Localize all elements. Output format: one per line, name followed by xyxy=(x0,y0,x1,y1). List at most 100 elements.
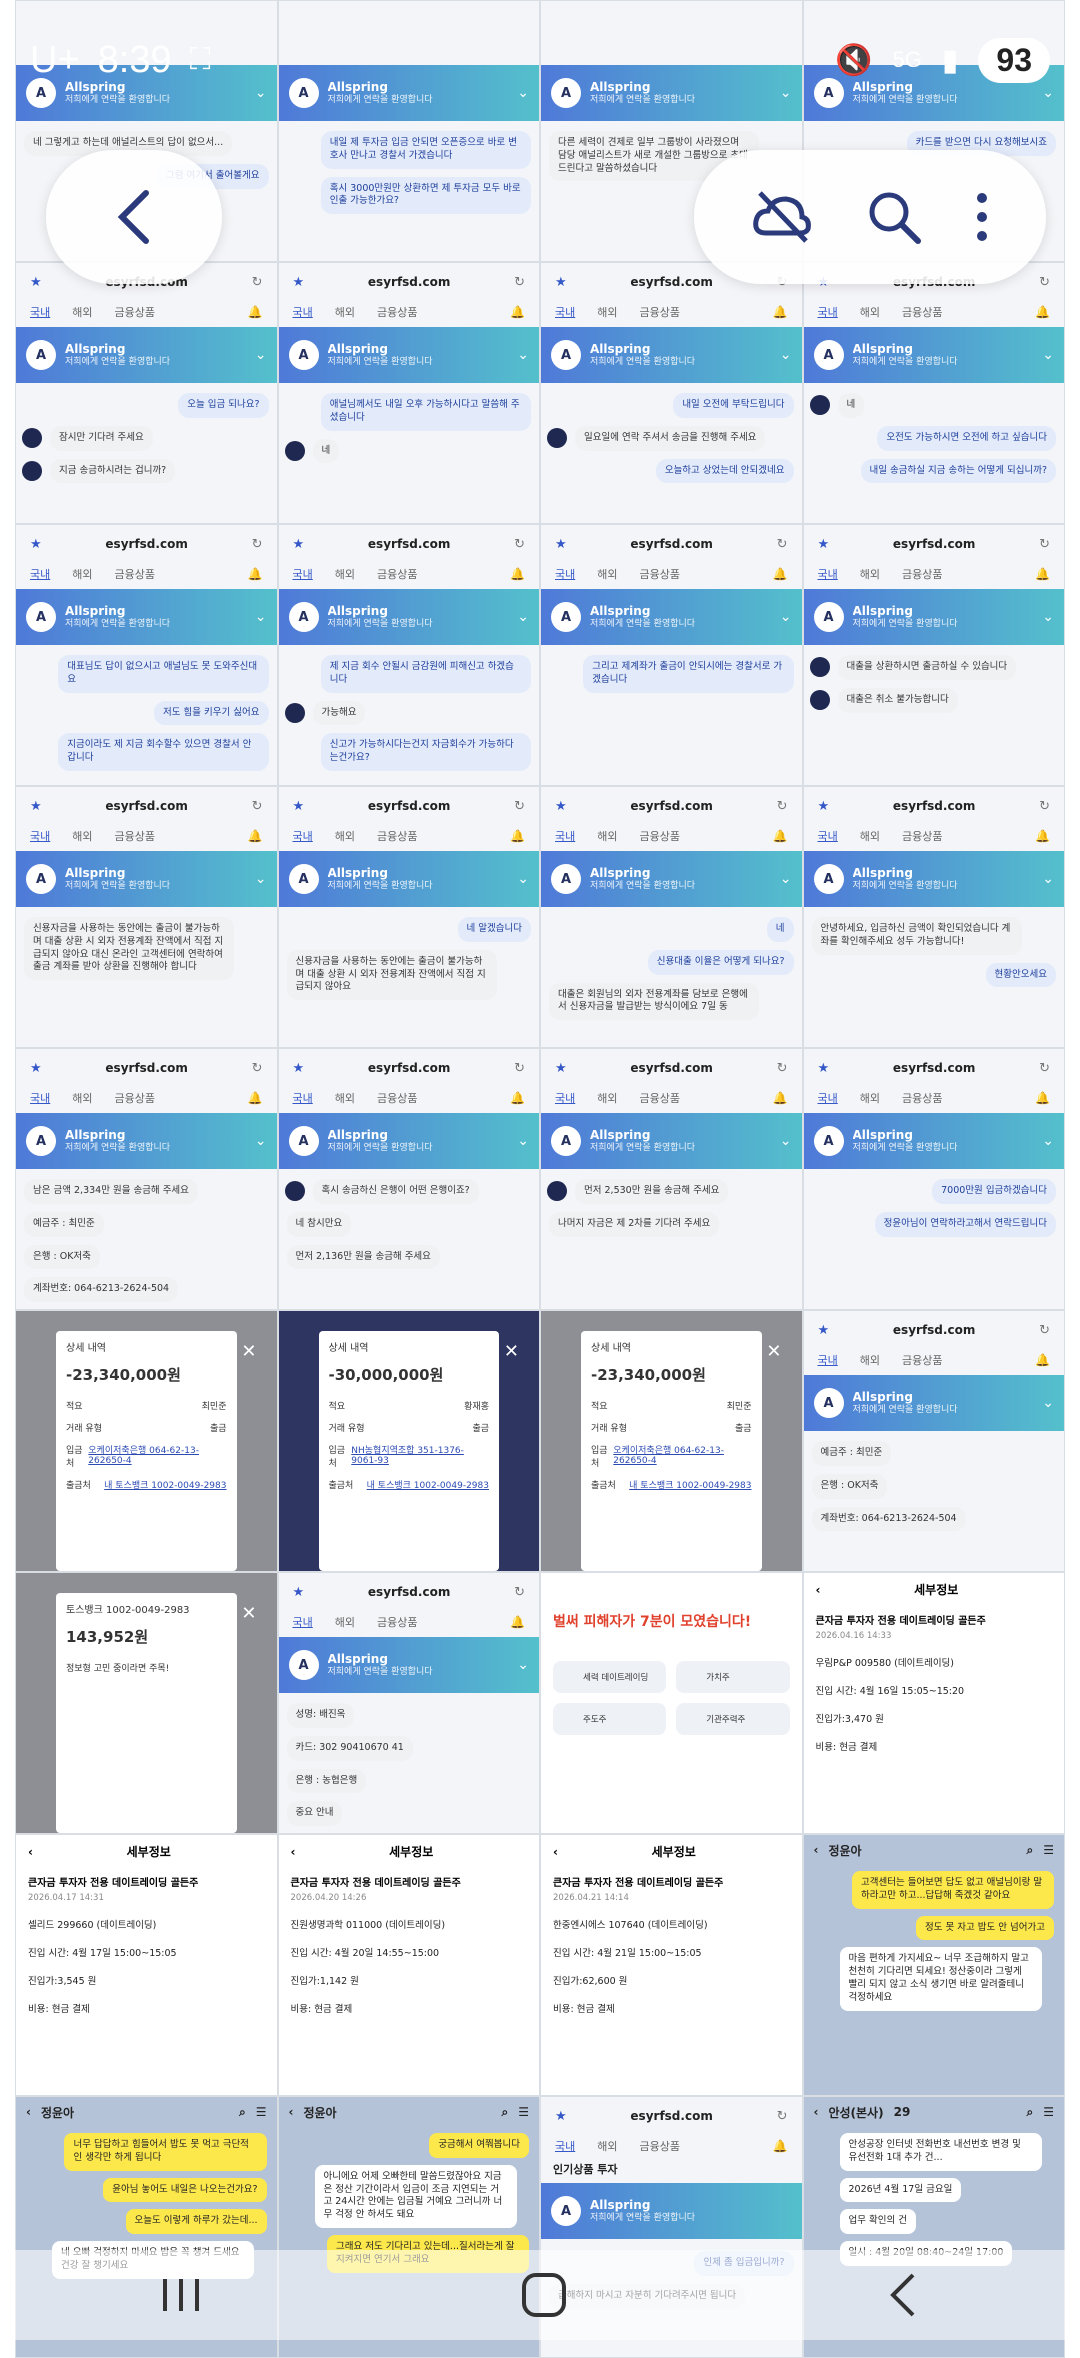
refresh-icon[interactable]: ↻ xyxy=(252,275,263,290)
notification-icon[interactable]: 🔔 xyxy=(1035,1353,1050,1367)
refresh-icon[interactable]: ↻ xyxy=(514,1061,525,1076)
site-tab[interactable]: 국내 xyxy=(30,566,50,582)
site-tab[interactable]: 금융상품 xyxy=(640,566,680,582)
site-tab[interactable]: 금융상품 xyxy=(640,1090,680,1106)
site-tab[interactable]: 금융상품 xyxy=(377,566,417,582)
site-tab[interactable]: 해외 xyxy=(335,1614,355,1630)
site-tab[interactable]: 해외 xyxy=(335,566,355,582)
site-tab[interactable]: 해외 xyxy=(597,1090,617,1106)
notification-icon[interactable]: 🔔 xyxy=(1035,305,1050,319)
site-tab[interactable]: 국내 xyxy=(555,828,575,844)
search-icon[interactable]: ⌕ xyxy=(1027,2105,1034,2120)
chat-banner[interactable]: AAllspring저희에게 연락을 환영합니다⌄ xyxy=(541,327,802,383)
close-icon[interactable]: ✕ xyxy=(241,1341,256,1362)
chevron-down-icon[interactable]: ⌄ xyxy=(1042,347,1054,363)
notification-icon[interactable]: 🔔 xyxy=(510,305,525,319)
address-bar[interactable]: ★esyrfsd.com↻ xyxy=(279,529,540,559)
bookmark-icon[interactable]: ★ xyxy=(555,537,567,552)
chevron-down-icon[interactable]: ⌄ xyxy=(255,609,267,625)
site-tab[interactable]: 국내 xyxy=(555,304,575,320)
back-arrow-icon[interactable]: ‹ xyxy=(26,2105,31,2119)
menu-icon[interactable]: ☰ xyxy=(256,2105,267,2119)
chat-banner[interactable]: AAllspring저희에게 연락을 환영합니다⌄ xyxy=(541,851,802,907)
category-button[interactable]: 가치주 xyxy=(676,1661,789,1693)
notification-icon[interactable]: 🔔 xyxy=(248,567,263,581)
address-bar[interactable]: ★esyrfsd.com↻ xyxy=(541,2101,802,2131)
chat-banner[interactable]: AAllspring저희에게 연락을 환영합니다⌄ xyxy=(16,327,277,383)
site-tab[interactable]: 국내 xyxy=(818,566,838,582)
chat-banner[interactable]: AAllspring저희에게 연락을 환영합니다⌄ xyxy=(804,851,1065,907)
site-tab[interactable]: 해외 xyxy=(860,304,880,320)
chat-banner[interactable]: AAllspring저희에게 연락을 환영합니다⌄ xyxy=(804,327,1065,383)
search-icon[interactable]: ⌕ xyxy=(239,2105,246,2120)
site-tab[interactable]: 금융상품 xyxy=(115,1090,155,1106)
site-tab[interactable]: 금융상품 xyxy=(115,566,155,582)
bookmark-icon[interactable]: ★ xyxy=(30,275,42,290)
address-bar[interactable]: ★esyrfsd.com↻ xyxy=(16,791,277,821)
address-bar[interactable]: ★esyrfsd.com↻ xyxy=(541,1053,802,1083)
notification-icon[interactable]: 🔔 xyxy=(773,2139,788,2153)
site-tab[interactable]: 해외 xyxy=(335,828,355,844)
back-arrow-icon[interactable]: ‹ xyxy=(814,2105,819,2119)
address-bar[interactable]: ★esyrfsd.com↻ xyxy=(541,791,802,821)
bookmark-icon[interactable]: ★ xyxy=(293,537,305,552)
bookmark-icon[interactable]: ★ xyxy=(30,799,42,814)
notification-icon[interactable]: 🔔 xyxy=(773,829,788,843)
refresh-icon[interactable]: ↻ xyxy=(1039,1323,1050,1338)
refresh-icon[interactable]: ↻ xyxy=(252,537,263,552)
chat-banner[interactable]: AAllspring저희에게 연락을 환영합니다⌄ xyxy=(16,589,277,645)
refresh-icon[interactable]: ↻ xyxy=(252,799,263,814)
chat-banner[interactable]: AAllspring저희에게 연락을 환영합니다⌄ xyxy=(16,1113,277,1169)
site-tab[interactable]: 해외 xyxy=(72,828,92,844)
site-tab[interactable]: 국내 xyxy=(293,828,313,844)
chevron-down-icon[interactable]: ⌄ xyxy=(1042,609,1054,625)
chevron-down-icon[interactable]: ⌄ xyxy=(780,347,792,363)
site-tab[interactable]: 금융상품 xyxy=(377,1090,417,1106)
address-bar[interactable]: ★esyrfsd.com↻ xyxy=(804,1053,1065,1083)
site-tab[interactable]: 금융상품 xyxy=(640,2138,680,2154)
category-button[interactable]: 세력 데이트레이딩 xyxy=(553,1661,666,1693)
chevron-down-icon[interactable]: ⌄ xyxy=(1042,871,1054,887)
chevron-down-icon[interactable]: ⌄ xyxy=(780,609,792,625)
category-button[interactable]: 기관주력주 xyxy=(676,1703,789,1735)
notification-icon[interactable]: 🔔 xyxy=(510,829,525,843)
bookmark-icon[interactable]: ★ xyxy=(555,1061,567,1076)
menu-icon[interactable]: ☰ xyxy=(518,2105,529,2119)
chat-banner[interactable]: AAllspring저희에게 연락을 환영합니다⌄ xyxy=(541,589,802,645)
address-bar[interactable]: ★esyrfsd.com↻ xyxy=(279,791,540,821)
bookmark-icon[interactable]: ★ xyxy=(818,799,830,814)
address-bar[interactable]: ★esyrfsd.com↻ xyxy=(804,1315,1065,1345)
chevron-down-icon[interactable]: ⌄ xyxy=(780,1133,792,1149)
site-tab[interactable]: 해외 xyxy=(597,2138,617,2154)
bookmark-icon[interactable]: ★ xyxy=(293,1061,305,1076)
chevron-down-icon[interactable]: ⌄ xyxy=(255,1133,267,1149)
chevron-down-icon[interactable]: ⌄ xyxy=(517,871,529,887)
notification-icon[interactable]: 🔔 xyxy=(1035,829,1050,843)
chat-banner[interactable]: AAllspring저희에게 연락을 환영합니다⌄ xyxy=(279,851,540,907)
site-tab[interactable]: 국내 xyxy=(30,304,50,320)
bookmark-icon[interactable]: ★ xyxy=(555,2109,567,2124)
notification-icon[interactable]: 🔔 xyxy=(510,567,525,581)
chat-banner[interactable]: AAllspring저희에게 연락을 환영합니다⌄ xyxy=(279,327,540,383)
notification-icon[interactable]: 🔔 xyxy=(248,1091,263,1105)
site-tab[interactable]: 금융상품 xyxy=(902,304,942,320)
notification-icon[interactable]: 🔔 xyxy=(773,567,788,581)
promo-item[interactable]: 정보형 고민 중이라면 주목! xyxy=(66,1661,227,1674)
bookmark-icon[interactable]: ★ xyxy=(555,799,567,814)
chevron-down-icon[interactable]: ⌄ xyxy=(255,347,267,363)
address-bar[interactable]: ★esyrfsd.com↻ xyxy=(541,529,802,559)
site-tab[interactable]: 국내 xyxy=(30,828,50,844)
site-tab[interactable]: 금융상품 xyxy=(640,304,680,320)
chevron-down-icon[interactable]: ⌄ xyxy=(780,871,792,887)
address-bar[interactable]: ★esyrfsd.com↻ xyxy=(279,1053,540,1083)
notification-icon[interactable]: 🔔 xyxy=(773,1091,788,1105)
site-tab[interactable]: 국내 xyxy=(818,1352,838,1368)
site-tab[interactable]: 해외 xyxy=(72,566,92,582)
cloud-off-icon[interactable] xyxy=(750,189,814,245)
site-tab[interactable]: 금융상품 xyxy=(377,1614,417,1630)
refresh-icon[interactable]: ↻ xyxy=(514,275,525,290)
bookmark-icon[interactable]: ★ xyxy=(818,1323,830,1338)
close-icon[interactable]: ✕ xyxy=(241,1603,256,1624)
site-tab[interactable]: 국내 xyxy=(555,2138,575,2154)
site-tab[interactable]: 해외 xyxy=(860,1352,880,1368)
